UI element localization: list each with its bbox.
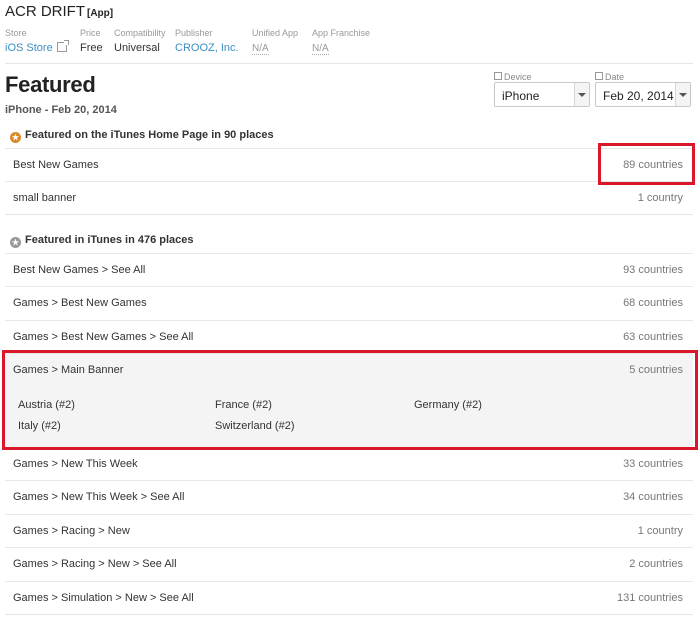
itunes-section-heading: ★ Featured in iTunes in 476 places <box>10 234 194 248</box>
meta-publisher: Publisher CROOZ, Inc. <box>175 28 239 54</box>
feature-name: Games > New This Week <box>13 458 138 470</box>
country-count: 34 countries <box>623 491 683 503</box>
country-count: 1 country <box>637 192 683 204</box>
date-label: Date <box>595 72 624 82</box>
device-icon <box>494 72 502 80</box>
meta-price: Price Free <box>80 28 103 54</box>
device-select[interactable]: iPhone <box>494 82 590 107</box>
header-divider <box>5 63 693 64</box>
meta-label: App Franchise <box>312 28 371 38</box>
app-title: ACR DRIFT [App] <box>5 3 113 20</box>
star-icon: ★ <box>10 132 21 143</box>
feature-row[interactable]: Games > New This Week 33 countries <box>5 447 693 481</box>
feature-name: Best New Games <box>13 159 99 171</box>
meta-value: Universal <box>114 42 160 54</box>
feature-name: small banner <box>13 192 76 204</box>
highlight-box-best-new-games <box>598 143 695 185</box>
chevron-down-icon <box>675 83 690 106</box>
meta-label: Publisher <box>175 28 213 38</box>
highlight-box-main-banner <box>2 350 698 450</box>
feature-name: Games > Racing > New > See All <box>13 558 177 570</box>
app-franchise-value[interactable]: N/A <box>312 43 329 55</box>
meta-label: Price <box>80 28 101 38</box>
feature-name: Best New Games > See All <box>13 264 146 276</box>
publisher-link[interactable]: CROOZ, Inc. <box>175 42 239 54</box>
calendar-icon <box>595 72 603 80</box>
feature-row[interactable]: Games > Simulation > New > See All 131 c… <box>5 581 693 615</box>
row-divider <box>5 214 693 215</box>
store-link[interactable]: iOS Store <box>5 40 69 54</box>
feature-name: Games > Best New Games > See All <box>13 331 194 343</box>
feature-name: Games > New This Week > See All <box>13 491 185 503</box>
feature-row[interactable]: Games > Best New Games > See All 63 coun… <box>5 320 693 354</box>
meta-label: Unified App <box>252 28 299 38</box>
meta-label: Compatibility <box>114 28 166 38</box>
feature-row[interactable]: Games > Racing > New > See All 2 countri… <box>5 547 693 581</box>
feature-row[interactable]: Games > Racing > New 1 country <box>5 514 693 548</box>
meta-store: Store iOS Store <box>5 28 69 54</box>
date-select[interactable]: Feb 20, 2014 <box>595 82 691 107</box>
feature-row[interactable]: small banner 1 country <box>5 181 693 215</box>
feature-name: Games > Racing > New <box>13 525 130 537</box>
row-divider <box>5 614 693 615</box>
country-count: 33 countries <box>623 458 683 470</box>
meta-unified-app: Unified App N/A <box>252 28 298 56</box>
feature-row[interactable]: Best New Games > See All 93 countries <box>5 253 693 287</box>
home-page-section-heading: ★ Featured on the iTunes Home Page in 90 … <box>10 129 274 143</box>
country-count: 93 countries <box>623 264 683 276</box>
feature-row[interactable]: Best New Games 89 countries <box>5 148 693 182</box>
page-title: Featured <box>5 72 96 97</box>
page-subtitle: iPhone - Feb 20, 2014 <box>5 104 117 116</box>
country-count: 68 countries <box>623 297 683 309</box>
star-icon: ★ <box>10 237 21 248</box>
country-count: 63 countries <box>623 331 683 343</box>
app-name: ACR DRIFT <box>5 3 85 20</box>
country-count: 131 countries <box>616 592 683 604</box>
external-link-icon <box>56 40 69 52</box>
feature-row[interactable]: Games > Best New Games 68 countries <box>5 286 693 320</box>
meta-label: Store <box>5 28 27 38</box>
meta-compatibility: Compatibility Universal <box>114 28 166 54</box>
feature-name: Games > Simulation > New > See All <box>13 592 194 604</box>
country-count: 2 countries <box>629 558 683 570</box>
device-label: Device <box>494 72 532 82</box>
feature-name: Games > Best New Games <box>13 297 147 309</box>
meta-value: Free <box>80 42 103 54</box>
feature-row[interactable]: Games > New This Week > See All 34 count… <box>5 480 693 514</box>
app-type-tag: [App] <box>87 8 114 19</box>
unified-app-value[interactable]: N/A <box>252 43 269 55</box>
country-count: 1 country <box>637 525 683 537</box>
meta-app-franchise: App Franchise N/A <box>312 28 370 56</box>
chevron-down-icon <box>574 83 589 106</box>
